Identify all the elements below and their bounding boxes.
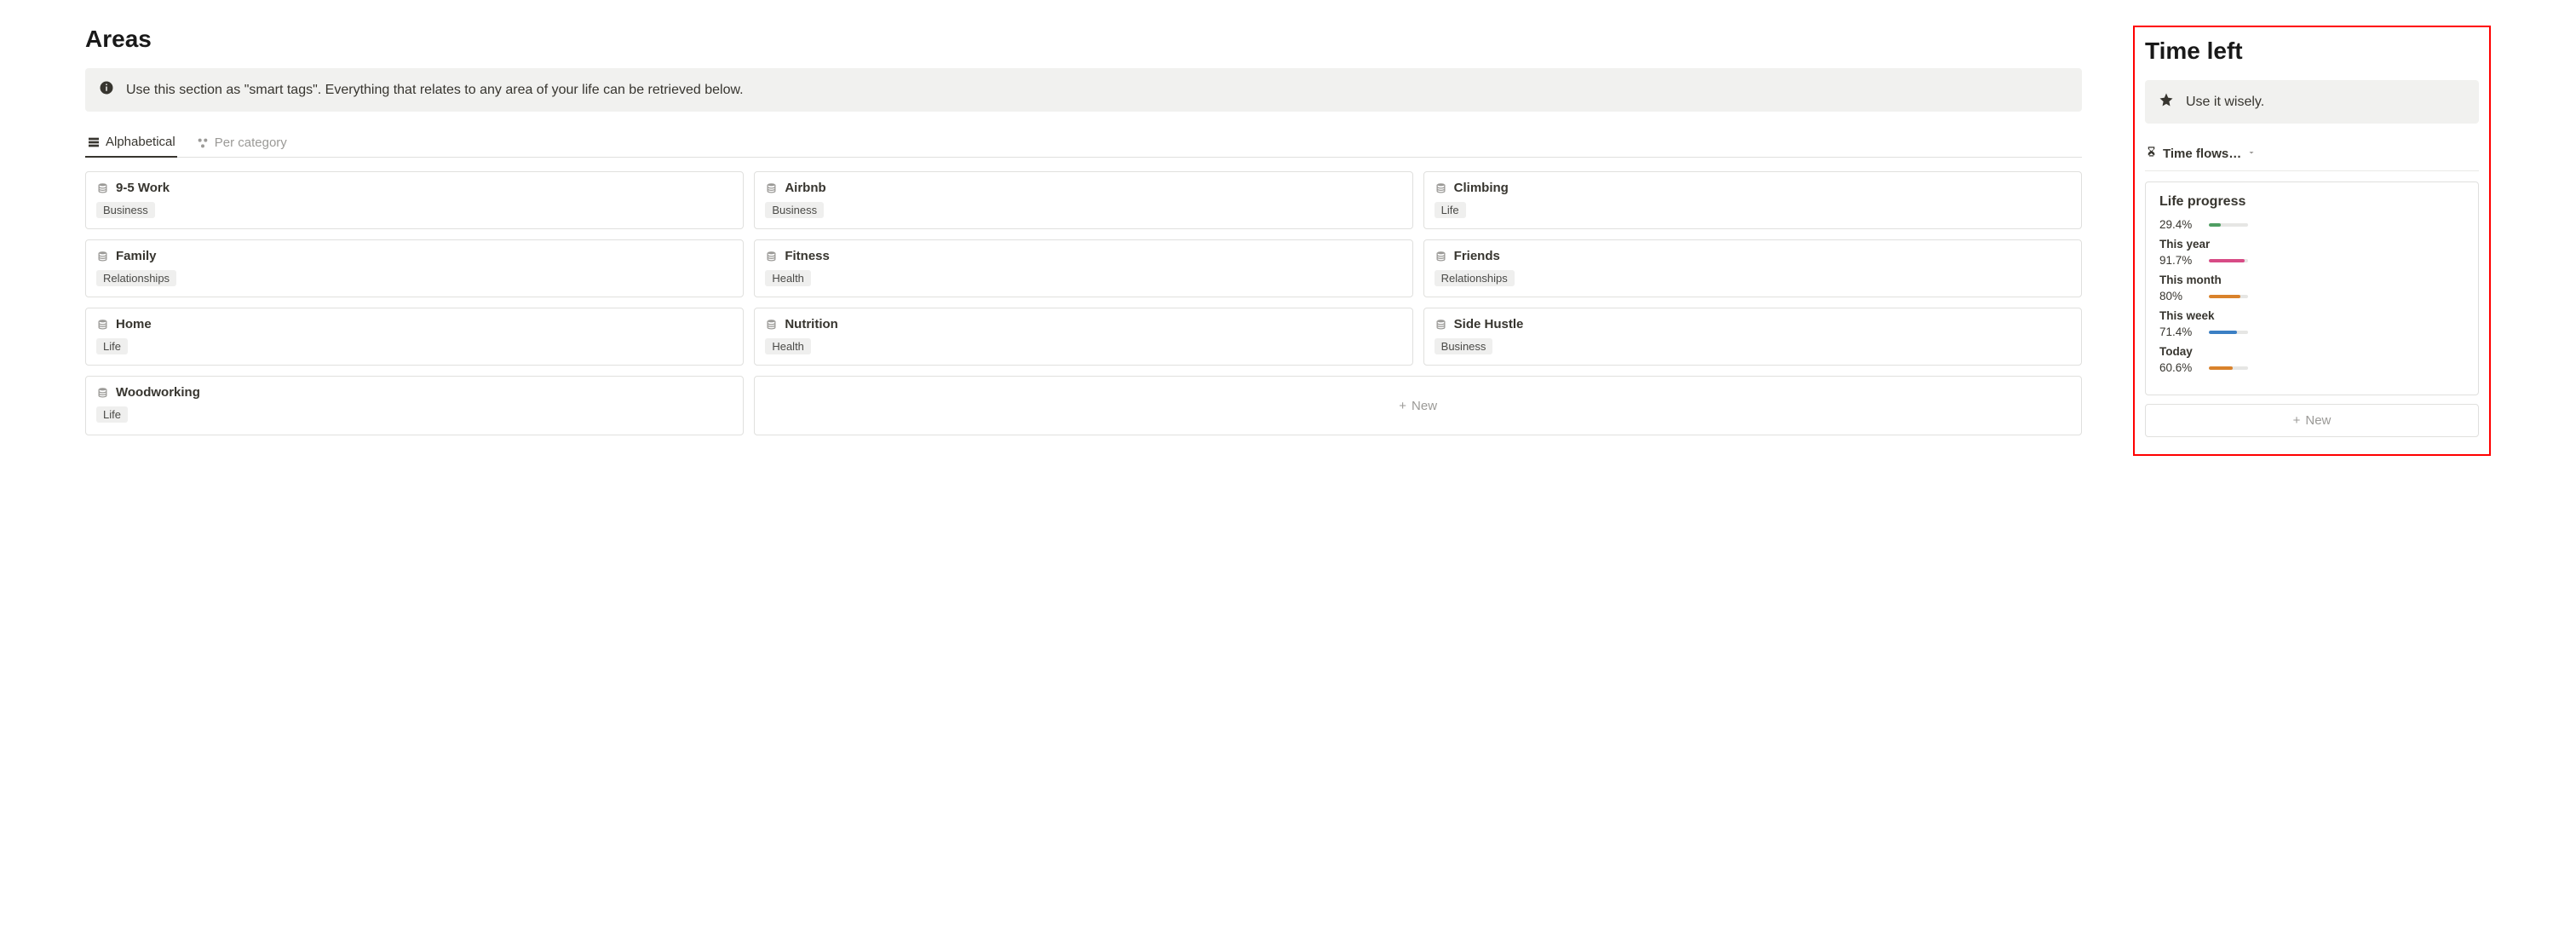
areas-new-label: New xyxy=(1412,399,1437,413)
timeleft-section: Time left Use it wisely. Time flows… Lif… xyxy=(2133,26,2491,456)
progress-percent: 29.4% xyxy=(2159,218,2200,231)
progress-row: This year 91.7% xyxy=(2159,238,2464,267)
progress-bar xyxy=(2209,223,2248,227)
time-flows-toggle[interactable]: Time flows… xyxy=(2145,141,2479,171)
area-card[interactable]: Home Life xyxy=(85,308,744,366)
area-card-tag: Business xyxy=(96,202,155,218)
database-icon xyxy=(96,250,109,262)
area-card-tag: Life xyxy=(96,406,128,423)
database-icon xyxy=(1435,181,1447,194)
database-icon xyxy=(1435,250,1447,262)
progress-percent: 71.4% xyxy=(2159,325,2200,338)
plus-icon: + xyxy=(1399,399,1406,413)
progress-percent: 91.7% xyxy=(2159,254,2200,267)
area-card-title: Home xyxy=(116,317,152,331)
areas-tabs: Alphabetical Per category xyxy=(85,129,2082,158)
life-progress-card[interactable]: Life progress 29.4% This year 91.7% This mo… xyxy=(2145,181,2479,395)
area-card[interactable]: Nutrition Health xyxy=(754,308,1412,366)
timeleft-callout: Use it wisely. xyxy=(2145,80,2479,124)
area-card[interactable]: Airbnb Business xyxy=(754,171,1412,229)
area-card-title: Climbing xyxy=(1454,181,1509,195)
area-card-tag: Life xyxy=(96,338,128,354)
area-card[interactable]: Family Relationships xyxy=(85,239,744,297)
database-icon xyxy=(765,181,778,194)
areas-title: Areas xyxy=(85,26,2082,53)
area-card-tag: Relationships xyxy=(96,270,176,286)
progress-percent: 60.6% xyxy=(2159,361,2200,374)
areas-callout-text: Use this section as "smart tags". Everyt… xyxy=(126,83,744,98)
area-card-title: 9-5 Work xyxy=(116,181,170,195)
timeleft-callout-text: Use it wisely. xyxy=(2186,95,2264,110)
progress-bar xyxy=(2209,295,2248,298)
tab-alphabetical[interactable]: Alphabetical xyxy=(85,130,177,158)
area-card-tag: Relationships xyxy=(1435,270,1515,286)
timeleft-new-label: New xyxy=(2305,413,2331,428)
progress-label: This month xyxy=(2159,274,2464,286)
database-icon xyxy=(96,386,109,399)
hourglass-icon xyxy=(2145,146,2158,162)
progress-percent: 80% xyxy=(2159,290,2200,302)
list-icon xyxy=(87,135,101,149)
area-card[interactable]: 9-5 Work Business xyxy=(85,171,744,229)
area-card-tag: Business xyxy=(1435,338,1493,354)
tab-label: Alphabetical xyxy=(106,135,175,149)
area-card-tag: Life xyxy=(1435,202,1466,218)
areas-new-button[interactable]: + New xyxy=(754,376,2082,435)
database-icon xyxy=(765,318,778,331)
areas-callout: Use this section as "smart tags". Everyt… xyxy=(85,68,2082,112)
area-card[interactable]: Side Hustle Business xyxy=(1423,308,2082,366)
chevron-down-icon xyxy=(2246,147,2257,161)
life-progress-title: Life progress xyxy=(2159,194,2464,210)
progress-row: 29.4% xyxy=(2159,218,2464,231)
area-card-tag: Business xyxy=(765,202,824,218)
tab-per-category[interactable]: Per category xyxy=(194,130,289,158)
progress-bar xyxy=(2209,366,2248,370)
area-card-tag: Health xyxy=(765,338,811,354)
areas-section: Areas Use this section as "smart tags". … xyxy=(85,26,2082,435)
database-icon xyxy=(1435,318,1447,331)
star-icon xyxy=(2159,92,2174,112)
area-card[interactable]: Climbing Life xyxy=(1423,171,2082,229)
tab-label: Per category xyxy=(215,135,287,150)
timeleft-title: Time left xyxy=(2145,37,2479,65)
area-card[interactable]: Friends Relationships xyxy=(1423,239,2082,297)
area-card-title: Family xyxy=(116,249,157,263)
area-card[interactable]: Fitness Health xyxy=(754,239,1412,297)
timeleft-new-button[interactable]: + New xyxy=(2145,404,2479,437)
area-card-tag: Health xyxy=(765,270,811,286)
area-card-title: Woodworking xyxy=(116,385,200,400)
progress-rows: 29.4% This year 91.7% This month 80% This wee… xyxy=(2159,218,2464,374)
database-icon xyxy=(765,250,778,262)
area-card-title: Side Hustle xyxy=(1454,317,1524,331)
progress-label: Today xyxy=(2159,345,2464,358)
area-card-title: Nutrition xyxy=(785,317,837,331)
areas-grid: 9-5 Work Business Airbnb Business Climbing Li… xyxy=(85,171,2082,435)
database-icon xyxy=(96,318,109,331)
time-flows-label: Time flows… xyxy=(2163,147,2241,161)
progress-label: This week xyxy=(2159,309,2464,322)
info-icon xyxy=(99,80,114,100)
area-card-title: Friends xyxy=(1454,249,1500,263)
plus-icon: + xyxy=(2293,413,2301,428)
area-card-title: Airbnb xyxy=(785,181,825,195)
progress-label: This year xyxy=(2159,238,2464,251)
area-card-title: Fitness xyxy=(785,249,830,263)
area-card[interactable]: Woodworking Life xyxy=(85,376,744,435)
database-icon xyxy=(96,181,109,194)
progress-bar xyxy=(2209,331,2248,334)
category-icon xyxy=(196,136,210,150)
progress-row: This month 80% xyxy=(2159,274,2464,302)
progress-bar xyxy=(2209,259,2248,262)
progress-row: This week 71.4% xyxy=(2159,309,2464,338)
progress-row: Today 60.6% xyxy=(2159,345,2464,374)
